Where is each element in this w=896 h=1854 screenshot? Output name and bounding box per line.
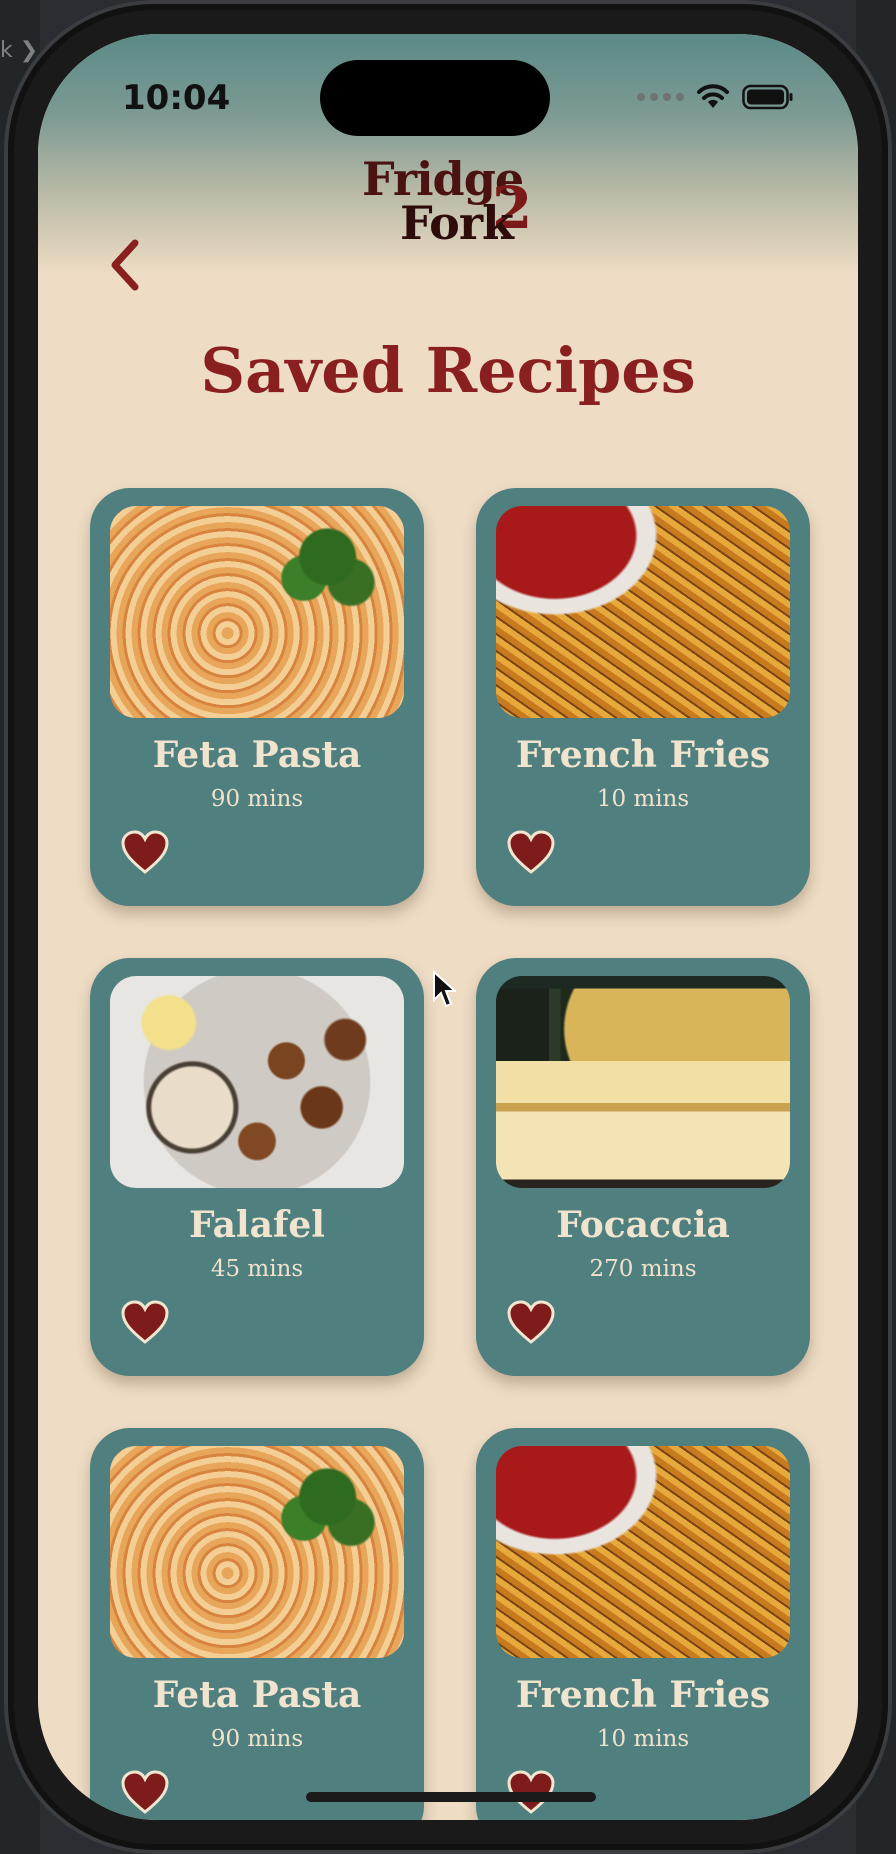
recipe-time: 10 mins	[596, 786, 690, 812]
recipe-time: 10 mins	[596, 1726, 690, 1752]
heart-icon[interactable]	[506, 830, 556, 876]
desktop-fragment: k ❯	[0, 38, 39, 63]
recipe-image	[110, 506, 404, 718]
recipe-image	[496, 976, 790, 1188]
phone-frame: 10:04 Fridge 2 Fork Saved Recipes Feta P…	[4, 0, 892, 1854]
wifi-icon	[696, 84, 730, 110]
recipe-card[interactable]: Focaccia 270 mins	[476, 958, 810, 1376]
recipe-card[interactable]: Feta Pasta 90 mins	[90, 1428, 424, 1820]
heart-icon[interactable]	[120, 1300, 170, 1346]
logo-text-fork: Fork	[400, 196, 514, 250]
chevron-left-icon	[111, 239, 139, 291]
recipe-card[interactable]: Falafel 45 mins	[90, 958, 424, 1376]
recipe-name: French Fries	[515, 734, 771, 776]
recipe-name: French Fries	[515, 1674, 771, 1716]
home-indicator[interactable]	[306, 1792, 596, 1802]
recipe-name: Feta Pasta	[152, 734, 362, 776]
app-screen: 10:04 Fridge 2 Fork Saved Recipes Feta P…	[38, 34, 858, 1820]
battery-icon	[742, 84, 794, 110]
recipe-image	[110, 1446, 404, 1658]
heart-icon[interactable]	[120, 830, 170, 876]
page-title: Saved Recipes	[200, 334, 696, 407]
app-logo: Fridge 2 Fork	[348, 152, 548, 262]
recipe-name: Feta Pasta	[152, 1674, 362, 1716]
recipe-card[interactable]: French Fries 10 mins	[476, 1428, 810, 1820]
recipe-image	[110, 976, 404, 1188]
recipe-name: Focaccia	[556, 1204, 730, 1246]
recipe-image	[496, 506, 790, 718]
dynamic-island	[320, 60, 550, 136]
recipe-image	[496, 1446, 790, 1658]
recipe-time: 90 mins	[210, 786, 304, 812]
signal-icon	[637, 93, 684, 101]
recipe-time: 45 mins	[210, 1256, 304, 1282]
heart-icon[interactable]	[120, 1770, 170, 1816]
heart-icon[interactable]	[506, 1300, 556, 1346]
recipe-time: 90 mins	[210, 1726, 304, 1752]
recipe-card[interactable]: French Fries 10 mins	[476, 488, 810, 906]
mouse-cursor-icon	[433, 970, 456, 1008]
recipe-time: 270 mins	[589, 1256, 697, 1282]
status-time: 10:04	[122, 78, 231, 118]
recipe-card[interactable]: Feta Pasta 90 mins	[90, 488, 424, 906]
back-button[interactable]	[94, 230, 154, 300]
recipe-name: Falafel	[189, 1204, 325, 1246]
status-icons	[637, 84, 794, 110]
